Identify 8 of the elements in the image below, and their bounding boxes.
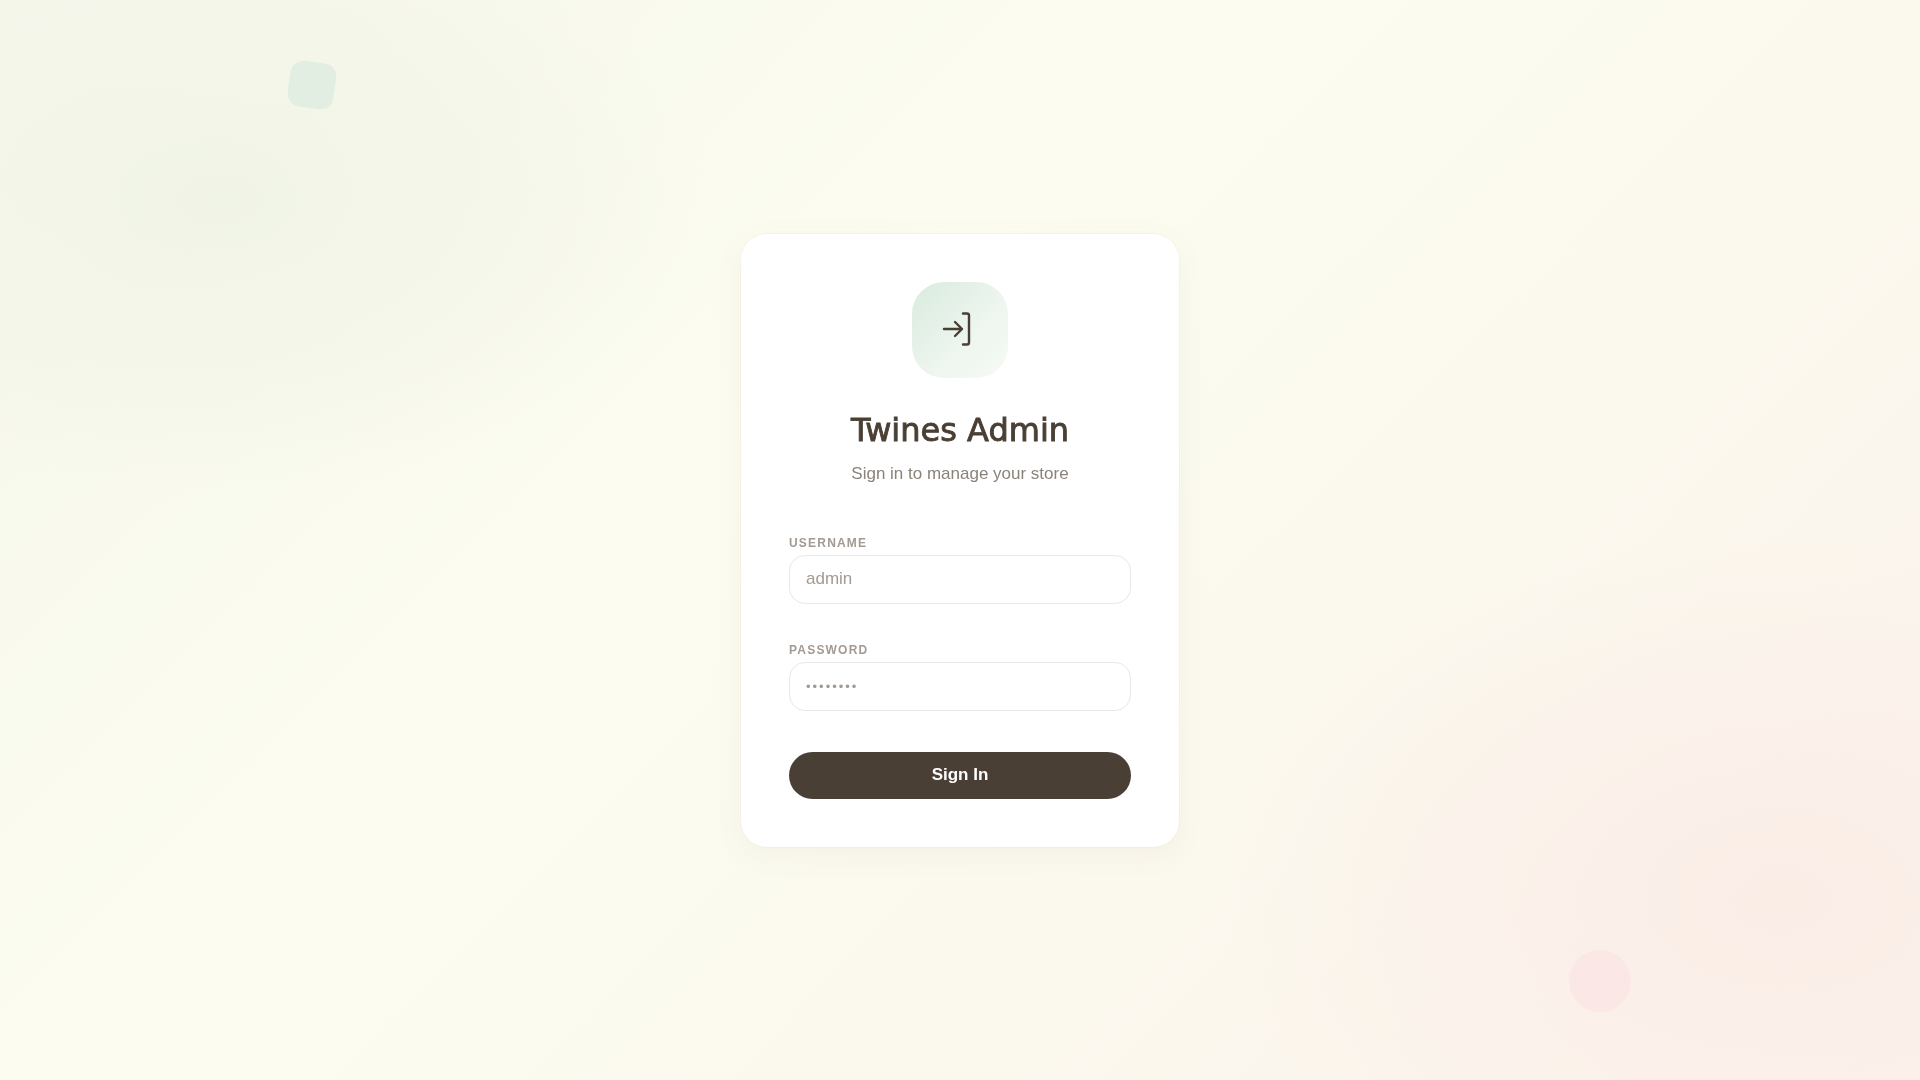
username-field[interactable]: admin — [789, 554, 1131, 604]
sign-in-button[interactable]: Sign In — [789, 751, 1131, 799]
field-label: PASSWORD — [789, 642, 869, 657]
app-title: Twines Admin — [850, 409, 1070, 450]
password-field[interactable]: •••••••• — [789, 661, 1131, 711]
field-label: USERNAME — [789, 535, 868, 550]
login-icon — [912, 281, 1008, 378]
subtitle: Sign in to manage your store — [851, 462, 1069, 485]
